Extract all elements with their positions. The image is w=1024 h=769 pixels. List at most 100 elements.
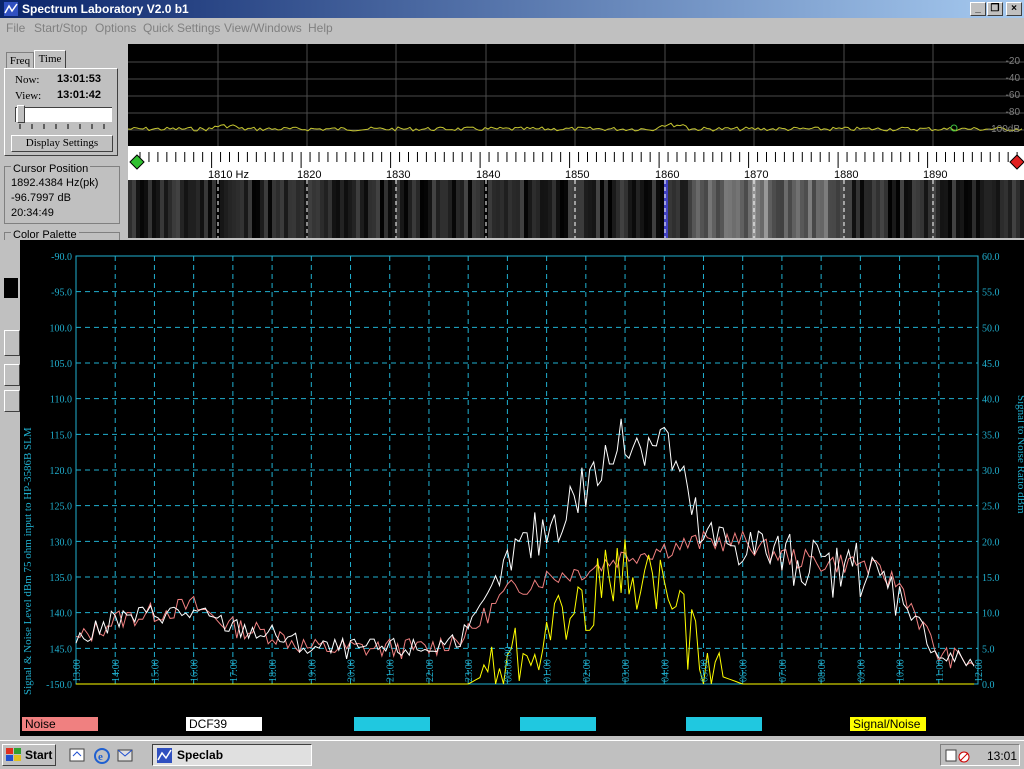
ie-icon[interactable]: e	[94, 748, 110, 764]
freq-label: 1820	[297, 169, 322, 181]
minimize-button[interactable]: _	[970, 2, 986, 16]
waterfall-column	[128, 180, 132, 238]
waterfall-column	[796, 180, 800, 238]
waterfall-column	[636, 180, 640, 238]
waterfall-column	[980, 180, 984, 238]
db-tick: -60	[1005, 90, 1020, 101]
spectrum-display[interactable]: -20 -40 -60 -80 -100dB 1810 Hz 1820 1830…	[128, 44, 1024, 238]
waterfall-column	[172, 180, 176, 238]
x-tick-label: 01:00	[543, 659, 554, 682]
waterfall-column	[776, 180, 780, 238]
x-tick-label: 21:00	[386, 659, 397, 682]
waterfall-column	[364, 180, 368, 238]
waterfall-column	[880, 180, 884, 238]
outlook-icon[interactable]	[117, 749, 133, 762]
cursor-position-title: Cursor Position	[11, 163, 91, 175]
tray-printer-icon[interactable]	[945, 749, 957, 762]
waterfall-column	[188, 180, 192, 238]
waterfall-column	[292, 180, 296, 238]
side-button-3[interactable]	[4, 390, 20, 412]
tab-time[interactable]: Time	[34, 50, 66, 68]
view-label: View:	[15, 90, 42, 102]
waterfall-column	[536, 180, 540, 238]
start-button[interactable]: Start	[2, 744, 56, 766]
x-tick-label: 02:00	[582, 659, 593, 682]
svg-text:e: e	[98, 751, 103, 763]
x-tick-label: 17:00	[229, 659, 240, 682]
waterfall-column	[800, 180, 804, 238]
menu-start-stop[interactable]: Start/Stop	[34, 21, 87, 35]
waterfall-column	[876, 180, 880, 238]
waterfall-column	[392, 180, 396, 238]
menu-file[interactable]: File	[6, 21, 25, 35]
waterfall-column	[352, 180, 356, 238]
waterfall-column	[180, 180, 184, 238]
plot-window[interactable]: -90.0 60.0 -95.0 55.0 100.0 50.0 105.0 45.0 110.…	[20, 240, 1024, 736]
menu-quick-settings[interactable]: Quick Settings	[143, 21, 220, 35]
time-panel: Now: 13:01:53 View: 13:01:42 Display Set…	[4, 68, 118, 156]
menu-help[interactable]: Help	[308, 21, 333, 35]
waterfall-column	[344, 180, 348, 238]
restore-button[interactable]: ❐	[987, 2, 1003, 16]
waterfall-column	[920, 180, 924, 238]
y2-tick-label: 30.0	[982, 466, 1000, 477]
waterfall-column	[440, 180, 444, 238]
y-tick-label: 130.0	[50, 537, 73, 548]
desktop-icon[interactable]	[69, 748, 85, 762]
series-line-dcf39	[75, 418, 975, 667]
close-button[interactable]: ×	[1006, 2, 1022, 16]
waterfall-column	[168, 180, 172, 238]
side-button-2[interactable]	[4, 364, 20, 386]
db-tick: -40	[1005, 73, 1020, 84]
menu-options[interactable]: Options	[95, 21, 136, 35]
waterfall-column	[396, 180, 400, 238]
waterfall-column	[428, 180, 432, 238]
waterfall-column	[820, 180, 824, 238]
waterfall-column	[456, 180, 460, 238]
time-slider-track[interactable]	[15, 107, 112, 122]
y-axis-label: Signal & Noise Level dBm 75 ohm input to…	[22, 427, 34, 695]
tray-clock: 13:01	[987, 749, 1018, 763]
waterfall-column	[824, 180, 828, 238]
left-panel-lower	[0, 240, 20, 736]
time-slider-thumb[interactable]	[17, 105, 25, 123]
legend-noise: Noise	[22, 717, 98, 731]
series-line-noise	[75, 530, 975, 669]
waterfall-column	[312, 180, 316, 238]
waterfall-column	[992, 180, 996, 238]
waterfall-column	[1004, 180, 1008, 238]
taskbar-speclab[interactable]: Speclab	[152, 744, 312, 766]
waterfall-column	[984, 180, 988, 238]
db-tick: -100dB	[987, 124, 1020, 135]
waterfall-column	[860, 180, 864, 238]
waterfall-column	[492, 180, 496, 238]
waterfall-column	[868, 180, 872, 238]
waterfall-column	[420, 180, 424, 238]
display-settings-button[interactable]: Display Settings	[11, 135, 113, 152]
app-icon	[4, 2, 18, 16]
taskbar-speclab-label: Speclab	[177, 748, 224, 762]
waterfall-column	[136, 180, 140, 238]
left-panel: Freq Time Now: 13:01:53 View: 13:01:42 D…	[0, 40, 124, 244]
waterfall-column	[228, 180, 232, 238]
y2-tick-label: 20.0	[982, 537, 1000, 548]
waterfall-column	[808, 180, 812, 238]
waterfall-column	[912, 180, 916, 238]
waterfall-column	[828, 180, 832, 238]
waterfall-column	[164, 180, 168, 238]
tab-freq[interactable]: Freq	[6, 52, 34, 68]
waterfall-column	[688, 180, 692, 238]
y2-tick-label: 50.0	[982, 323, 1000, 334]
waterfall-column	[628, 180, 632, 238]
menu-view-windows[interactable]: View/Windows	[224, 21, 302, 35]
waterfall-column	[772, 180, 776, 238]
waterfall-column	[140, 180, 144, 238]
waterfall-column	[792, 180, 796, 238]
waterfall-column	[520, 180, 524, 238]
waterfall-column	[448, 180, 452, 238]
waterfall-column	[240, 180, 244, 238]
waterfall-column	[884, 180, 888, 238]
side-button-1[interactable]	[4, 330, 20, 356]
x-tick-label: 22:00	[425, 659, 436, 682]
freq-label: 1880	[834, 169, 859, 181]
